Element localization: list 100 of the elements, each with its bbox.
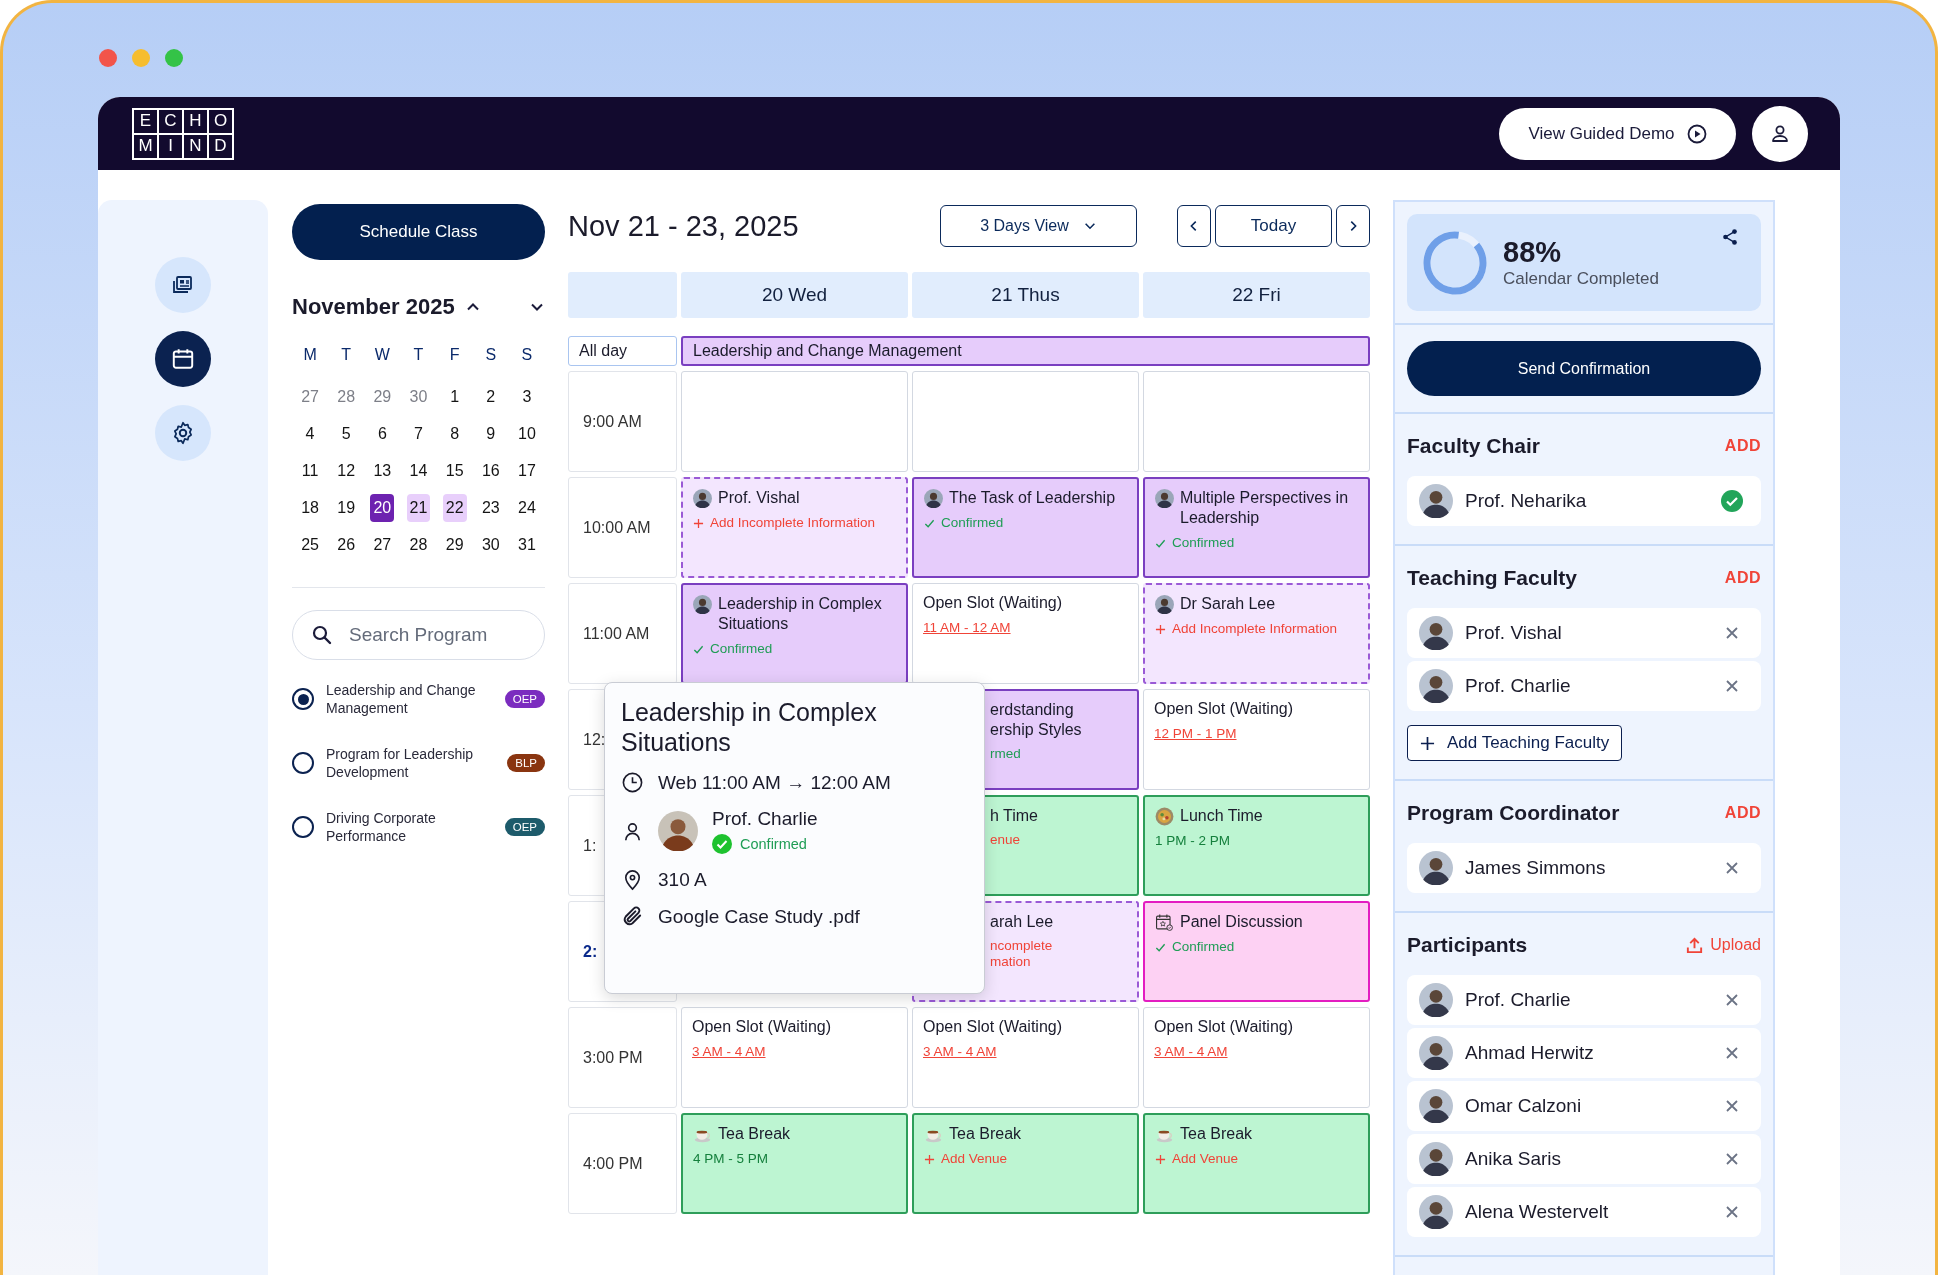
send-confirmation-button[interactable]: Send Confirmation — [1407, 341, 1761, 396]
calendar-day[interactable]: 28 — [409, 530, 428, 559]
plus-icon — [1155, 624, 1166, 635]
calendar-day[interactable]: 19 — [337, 493, 356, 522]
maximize-window-dot[interactable] — [165, 49, 183, 67]
time-label: 4:00 PM — [583, 1154, 643, 1173]
event-title: Tea Break — [1180, 1124, 1253, 1144]
calendar-day[interactable]: 4 — [305, 419, 315, 448]
next-button[interactable] — [1336, 205, 1370, 247]
close-window-dot[interactable] — [99, 49, 117, 67]
paperclip-icon — [621, 905, 644, 928]
calendar-day[interactable]: 5 — [341, 419, 351, 448]
status-label: Confirmed — [941, 515, 1004, 531]
event-card[interactable]: Panel Discussion Confirmed — [1143, 901, 1370, 1002]
minimize-window-dot[interactable] — [132, 49, 150, 67]
calendar-day[interactable]: 7 — [414, 419, 423, 448]
calendar-day[interactable]: 10 — [518, 419, 536, 448]
previous-button[interactable] — [1177, 205, 1211, 247]
calendar-day[interactable]: 24 — [518, 493, 536, 522]
event-card[interactable]: The Task of Leadership Confirmed — [912, 477, 1139, 578]
calendar-day[interactable]: 17 — [518, 456, 536, 485]
calendar-day[interactable]: 9 — [486, 419, 496, 448]
weekday-label: W — [373, 345, 391, 365]
avatar-icon — [1155, 489, 1174, 508]
calendar-day[interactable]: 6 — [377, 419, 387, 448]
calendar-day[interactable]: 27 — [373, 530, 392, 559]
time-range: 12 PM - 1 PM — [1154, 726, 1237, 742]
calendar-day[interactable]: 21 — [406, 493, 431, 522]
status-label: Confirmed — [1172, 535, 1235, 551]
event-card[interactable]: Dr Sarah Lee Add Incomplete Information — [1143, 583, 1370, 684]
calendar-day[interactable]: 15 — [445, 456, 464, 485]
program-name[interactable]: Program for Leadership Development — [326, 745, 486, 781]
calendar-day[interactable]: 30 — [409, 382, 428, 411]
calendar-day[interactable]: 1 — [450, 382, 460, 411]
program-name[interactable]: Leadership and Change Management — [326, 681, 486, 717]
calendar-nav-button[interactable] — [155, 331, 211, 387]
calendar-day[interactable]: 2 — [486, 382, 496, 411]
event-card[interactable]: Multiple Perspectives in Leadership Confirmed — [1143, 477, 1370, 578]
radio-button[interactable] — [292, 688, 314, 710]
event-card[interactable]: Tea Break Add Venue — [912, 1113, 1139, 1214]
calendar-day[interactable]: 12 — [337, 456, 356, 485]
event-card[interactable]: Prof. Vishal Add Incomplete Information — [681, 477, 908, 578]
calendar-day[interactable]: 14 — [409, 456, 428, 485]
view-dropdown[interactable]: 3 Days View — [940, 205, 1137, 247]
time-range: 4 PM - 5 PM — [693, 1151, 768, 1167]
calendar-day[interactable]: 13 — [373, 456, 392, 485]
schedule-class-button[interactable]: Schedule Class — [292, 204, 545, 260]
event-card[interactable]: Open Slot (Waiting) 3 AM - 4 AM — [681, 1007, 908, 1108]
settings-nav-button[interactable] — [155, 405, 211, 461]
event-card[interactable]: Open Slot (Waiting) 12 PM - 1 PM — [1143, 689, 1370, 790]
radio-button[interactable] — [292, 752, 314, 774]
time-label: 3:00 PM — [583, 1048, 643, 1067]
avatar-icon — [924, 489, 943, 508]
calendar-day[interactable]: 8 — [450, 419, 460, 448]
event-card[interactable]: Tea Break Add Venue — [1143, 1113, 1370, 1214]
program-name[interactable]: Driving Corporate Performance — [326, 809, 486, 845]
calendar-day[interactable]: 25 — [301, 530, 319, 559]
logo-letter: C — [158, 108, 183, 134]
avatar-icon — [1419, 1142, 1453, 1176]
event-card[interactable]: Leadership in Complex Situations Confirmed — [681, 583, 908, 684]
logo-letter: I — [158, 133, 183, 159]
calendar-day[interactable]: 27 — [301, 382, 319, 411]
today-button[interactable]: Today — [1215, 205, 1332, 247]
all-day-event[interactable]: Leadership and Change Management — [681, 336, 1370, 366]
calendar-day[interactable]: 29 — [445, 530, 464, 559]
add-teaching-faculty-button[interactable]: Add Teaching Faculty — [1407, 725, 1623, 761]
calendar-day[interactable]: 11 — [301, 456, 319, 485]
calendar-day[interactable]: 31 — [518, 530, 536, 559]
event-card[interactable]: Lunch Time 1 PM - 2 PM — [1143, 795, 1370, 896]
program-tag: BLP — [507, 754, 545, 772]
calendar-day[interactable]: 18 — [301, 493, 319, 522]
calendar-day[interactable]: 28 — [337, 382, 356, 411]
event-card[interactable]: Open Slot (Waiting) 3 AM - 4 AM — [912, 1007, 1139, 1108]
search-field[interactable]: Search Program — [292, 610, 545, 660]
program-tag: OEP — [504, 690, 545, 708]
tooltip-title: Leadership in Complex Situations — [621, 697, 878, 757]
status-label: Confirmed — [740, 836, 807, 852]
logo-letter: O — [208, 108, 233, 134]
calendar-day[interactable]: 26 — [337, 530, 356, 559]
section-title: Faculty Chair — [1407, 434, 1541, 458]
calendar-day[interactable]: 16 — [481, 456, 500, 485]
avatar-icon — [1419, 484, 1453, 518]
calendar-day[interactable]: 20 — [370, 493, 395, 522]
avatar-icon — [693, 489, 712, 508]
attachment-link[interactable]: Google Case Study .pdf — [658, 905, 860, 928]
calendar-day[interactable]: 30 — [481, 530, 500, 559]
event-card[interactable]: Tea Break 4 PM - 5 PM — [681, 1113, 908, 1214]
share-icon[interactable] — [1721, 228, 1739, 246]
weekday-label: S — [520, 345, 534, 365]
check-icon — [1155, 942, 1166, 953]
event-card[interactable]: Open Slot (Waiting) 3 AM - 4 AM — [1143, 1007, 1370, 1108]
calendar-day[interactable]: 3 — [522, 382, 532, 411]
news-nav-button[interactable] — [155, 257, 211, 313]
view-guided-demo-button[interactable]: View Guided Demo — [1499, 107, 1736, 160]
event-title: Open Slot (Waiting) — [692, 1017, 831, 1037]
calendar-day[interactable]: 22 — [442, 493, 467, 522]
time-range: 3 AM - 4 AM — [692, 1044, 766, 1060]
radio-button[interactable] — [292, 816, 314, 838]
calendar-day[interactable]: 29 — [373, 382, 392, 411]
calendar-day[interactable]: 23 — [481, 493, 500, 522]
